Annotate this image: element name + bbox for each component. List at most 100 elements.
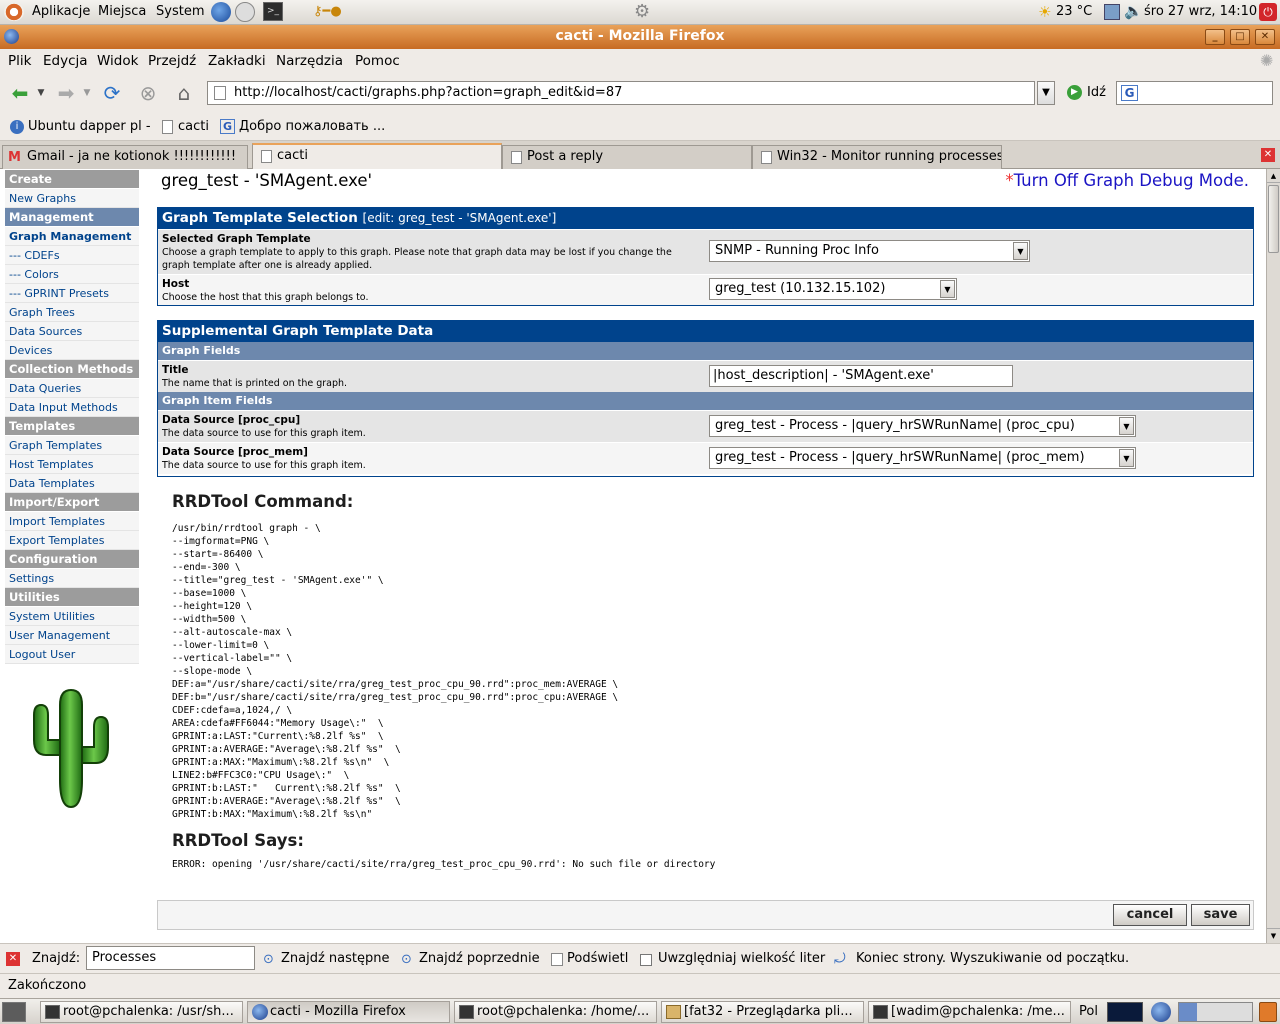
url-bar[interactable]: http://localhost/cacti/graphs.php?action…: [207, 81, 1035, 105]
weather-temperature[interactable]: 23 °C: [1056, 4, 1092, 19]
sidebar-link[interactable]: Graph Templates: [5, 436, 139, 455]
google-search-icon[interactable]: G: [1121, 85, 1138, 101]
taskbar-item-terminal-3[interactable]: [wadim@pchalenka: /me...: [868, 1001, 1071, 1023]
taskbar-item-firefox[interactable]: cacti - Mozilla Firefox: [247, 1001, 450, 1023]
search-box[interactable]: G: [1116, 81, 1273, 105]
keyboard-layout-indicator[interactable]: Pol: [1079, 1004, 1098, 1019]
sidebar-link[interactable]: Logout User: [5, 645, 139, 664]
vertical-scrollbar[interactable]: ▲ ▼: [1266, 169, 1280, 943]
find-next-button[interactable]: Znajdź następne: [281, 951, 390, 966]
stop-button[interactable]: ⊗: [134, 79, 162, 107]
ds-mem-select[interactable]: greg_test - Process - |query_hrSWRunName…: [709, 447, 1136, 469]
ubuntu-logo-icon[interactable]: [4, 3, 24, 21]
debug-link-text[interactable]: Turn Off Graph Debug Mode.: [1014, 171, 1249, 190]
sidebar-link[interactable]: Graph Management: [5, 227, 139, 246]
sidebar-link[interactable]: System Utilities: [5, 607, 139, 626]
graph-title-input[interactable]: |host_description| - 'SMAgent.exe': [709, 365, 1013, 387]
menu-file[interactable]: Plik: [8, 53, 31, 69]
menu-system[interactable]: System: [156, 4, 204, 19]
sidebar-link[interactable]: Import Templates: [5, 512, 139, 531]
chevron-down-icon[interactable]: ▼: [1013, 242, 1028, 260]
bookmark-ubuntu[interactable]: Ubuntu dapper pl -: [28, 119, 151, 134]
taskbar-item-terminal-2[interactable]: root@pchalenka: /home/...: [454, 1001, 657, 1023]
go-button-label[interactable]: Idź: [1087, 85, 1106, 100]
chevron-down-icon[interactable]: ▼: [1119, 417, 1134, 435]
scroll-down-icon[interactable]: ▼: [1267, 928, 1280, 942]
tab-cacti[interactable]: cacti: [252, 143, 502, 170]
sidebar-link[interactable]: Devices: [5, 341, 139, 360]
back-history-dropdown[interactable]: ▼: [34, 79, 48, 107]
sidebar-link[interactable]: Data Sources: [5, 322, 139, 341]
clock[interactable]: śro 27 wrz, 14:10: [1144, 4, 1257, 19]
sidebar-link[interactable]: Data Queries: [5, 379, 139, 398]
chevron-down-icon[interactable]: ▼: [1119, 449, 1134, 467]
find-previous-button[interactable]: Znajdź poprzednie: [419, 951, 540, 966]
sidebar-link[interactable]: Host Templates: [5, 455, 139, 474]
match-case-label[interactable]: Uwzględniaj wielkość liter: [658, 951, 825, 966]
close-findbar-icon[interactable]: ✕: [6, 952, 20, 966]
forward-button[interactable]: ➡: [52, 79, 80, 107]
go-icon[interactable]: ▶: [1067, 85, 1082, 100]
workspace-switcher[interactable]: [1178, 1002, 1253, 1022]
menu-view[interactable]: Widok: [97, 53, 138, 69]
menu-applications[interactable]: Aplikacje: [32, 4, 90, 19]
sidebar-link[interactable]: New Graphs: [5, 189, 139, 208]
host-select[interactable]: greg_test (10.132.15.102) ▼: [709, 278, 957, 300]
menu-edit[interactable]: Edycja: [43, 53, 88, 69]
sidebar-link[interactable]: --- Colors: [5, 265, 139, 284]
match-case-checkbox[interactable]: [640, 954, 652, 966]
terminal-launcher-icon[interactable]: >_: [263, 2, 283, 21]
sidebar-link[interactable]: Settings: [5, 569, 139, 588]
sidebar-link[interactable]: --- GPRINT Presets: [5, 284, 139, 303]
home-button[interactable]: ⌂: [170, 79, 198, 107]
find-input[interactable]: Processes: [86, 946, 255, 970]
window-titlebar[interactable]: cacti - Mozilla Firefox _ □ ✕: [0, 25, 1280, 49]
menu-go[interactable]: Przejdź: [148, 53, 196, 69]
forward-history-dropdown[interactable]: ▼: [80, 79, 94, 107]
menu-tools[interactable]: Narzędzia: [276, 53, 343, 69]
sidebar-link[interactable]: --- CDEFs: [5, 246, 139, 265]
gear-applet-icon[interactable]: ⚙: [634, 1, 656, 23]
back-button[interactable]: ⬅: [6, 79, 34, 107]
sidebar-link[interactable]: Data Templates: [5, 474, 139, 493]
network-icon[interactable]: [1104, 4, 1120, 20]
menu-places[interactable]: Miejsca: [98, 4, 146, 19]
close-tab-icon[interactable]: ✕: [1261, 148, 1275, 162]
power-icon[interactable]: ⏻: [1259, 3, 1277, 21]
menu-help[interactable]: Pomoc: [355, 53, 400, 69]
bookmark-dobro[interactable]: Добро пожаловать ...: [239, 119, 385, 134]
highlight-button[interactable]: Podświetl: [567, 951, 628, 966]
tab-gmail[interactable]: M Gmail - ja ne kotionok !!!!!!!!!!!!: [2, 145, 248, 169]
sidebar-link[interactable]: Data Input Methods: [5, 398, 139, 417]
trash-icon[interactable]: [1259, 1002, 1277, 1022]
tab-win32[interactable]: Win32 - Monitor running processes: [752, 145, 1002, 169]
system-monitor-icon[interactable]: [1107, 1002, 1143, 1022]
mail-launcher-icon[interactable]: [235, 2, 255, 22]
reload-button[interactable]: ⟳: [98, 79, 126, 107]
maximize-button[interactable]: □: [1230, 29, 1250, 45]
save-button[interactable]: save: [1191, 904, 1250, 926]
key-icon[interactable]: ⚷━●: [313, 4, 358, 20]
scrollbar-thumb[interactable]: [1268, 185, 1279, 253]
sidebar-link[interactable]: Graph Trees: [5, 303, 139, 322]
ds-cpu-select[interactable]: greg_test - Process - |query_hrSWRunName…: [709, 415, 1136, 437]
firefox-tray-icon[interactable]: [1151, 1002, 1171, 1022]
debug-mode-link[interactable]: *Turn Off Graph Debug Mode.: [1005, 171, 1249, 190]
volume-icon[interactable]: 🔈: [1124, 2, 1143, 20]
show-desktop-icon[interactable]: [2, 1002, 26, 1022]
cancel-button[interactable]: cancel: [1113, 904, 1187, 926]
minimize-button[interactable]: _: [1205, 29, 1225, 45]
taskbar-item-file-browser[interactable]: [fat32 - Przeglądarka pli...: [661, 1001, 864, 1023]
url-history-dropdown[interactable]: ▼: [1037, 81, 1055, 105]
tab-post-reply[interactable]: Post a reply: [502, 145, 752, 169]
menu-bookmarks[interactable]: Zakładki: [208, 53, 266, 69]
graph-template-select[interactable]: SNMP - Running Proc Info ▼: [709, 240, 1030, 262]
chevron-down-icon[interactable]: ▼: [940, 280, 955, 298]
close-window-button[interactable]: ✕: [1255, 29, 1275, 45]
bookmark-cacti[interactable]: cacti: [178, 119, 209, 134]
sidebar-link[interactable]: Export Templates: [5, 531, 139, 550]
sidebar-link[interactable]: User Management: [5, 626, 139, 645]
taskbar-item-terminal-1[interactable]: root@pchalenka: /usr/sh...: [40, 1001, 243, 1023]
scroll-up-icon[interactable]: ▲: [1267, 169, 1280, 183]
firefox-launcher-icon[interactable]: [211, 2, 231, 22]
